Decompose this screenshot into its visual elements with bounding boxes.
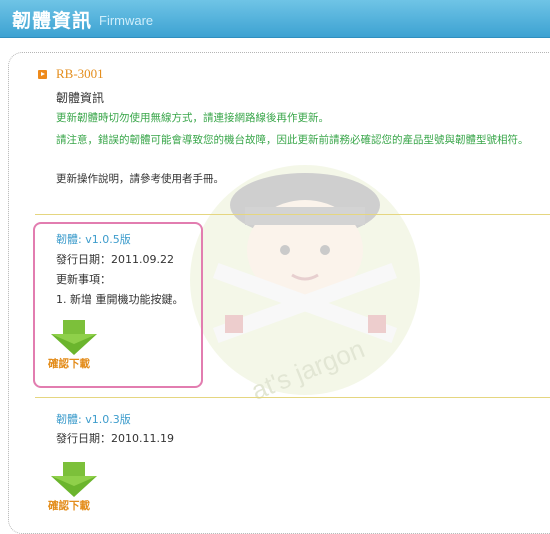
release-date: 發行日期：2011.09.22	[56, 253, 174, 266]
orange-square-arrow-icon	[38, 70, 47, 79]
update-notes-title: 更新事項：	[56, 273, 111, 286]
update-note-item: 1. 新增 重開機功能按鍵。	[56, 293, 184, 306]
separator	[35, 214, 550, 215]
green-down-arrow-icon	[51, 320, 97, 355]
page-title: 韌體資訊	[12, 10, 93, 32]
manual-note: 更新操作說明，請參考使用者手冊。	[56, 173, 224, 185]
release-date: 發行日期：2010.11.19	[56, 432, 174, 445]
download-label: 確認下載	[48, 358, 90, 370]
firmware-section-title: 韌體資訊	[56, 91, 105, 105]
product-model: RB-3001	[56, 66, 104, 81]
page-subtitle: Firmware	[99, 13, 154, 28]
firmware-version[interactable]: 韌體: v1.0.3版	[56, 411, 131, 427]
firmware-version[interactable]: 韌體: v1.0.5版	[56, 231, 131, 247]
page-header: 韌體資訊 Firmware	[0, 0, 550, 38]
download-button[interactable]: 確認下載	[48, 320, 108, 371]
model-check-notice: 請注意，錯誤的韌體可能會導致您的機台故障，因此更新前請務必確認您的產品型號與韌體…	[56, 134, 529, 146]
wired-update-notice: 更新韌體時切勿使用無線方式，請連接網路線後再作更新。	[56, 112, 329, 124]
green-down-arrow-icon	[51, 462, 97, 497]
download-button[interactable]: 確認下載	[48, 462, 108, 513]
separator	[35, 397, 550, 398]
download-label: 確認下載	[48, 500, 90, 512]
